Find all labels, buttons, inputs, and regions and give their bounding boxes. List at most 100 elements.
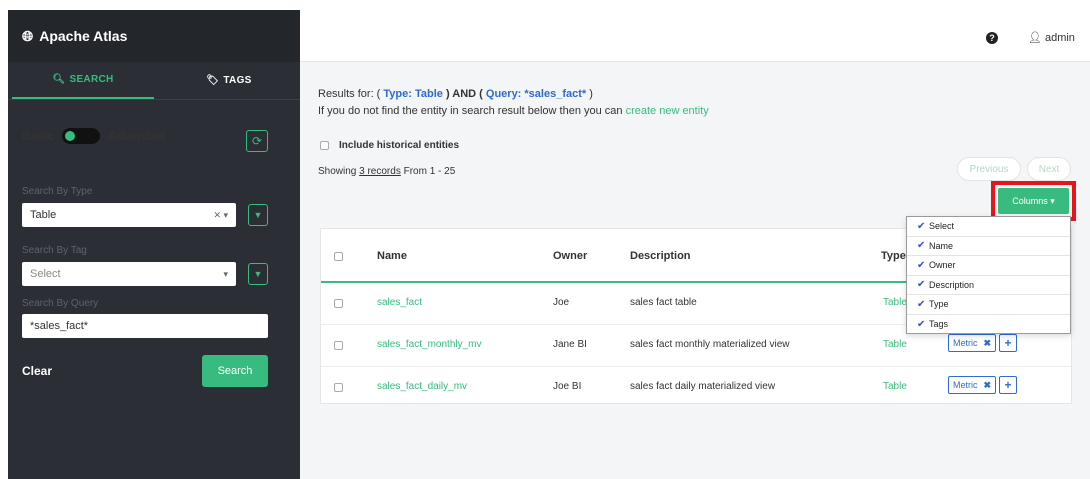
historical-option[interactable]: Include historical entities — [320, 140, 459, 151]
tag-filter-button[interactable]: ▼ — [248, 263, 268, 285]
tag-group: Metric ✖ + — [948, 334, 1018, 352]
tag-select-placeholder: Select — [30, 268, 61, 280]
results-query: Query: *sales_fact* — [485, 88, 587, 100]
records-link[interactable]: 3 records — [359, 166, 401, 177]
table-row: sales_fact_daily_mv Joe BI sales fact da… — [321, 367, 1071, 409]
remove-tag-icon[interactable]: ✖ — [984, 338, 992, 349]
column-option-select[interactable]: ✔ Select — [907, 217, 1070, 237]
results-and: ) AND ( — [442, 88, 486, 100]
column-option-type[interactable]: ✔ Type — [907, 295, 1070, 315]
header-type[interactable]: Type — [881, 250, 906, 262]
row-checkbox[interactable] — [334, 299, 343, 308]
columns-dropdown: ✔ Select ✔ Name ✔ Owner ✔ Description ✔ Type … — [906, 216, 1071, 334]
results-hint: If you do not find the entity in search … — [318, 105, 709, 117]
checkmark-icon: ✔ — [917, 220, 926, 232]
tag-chip[interactable]: Metric ✖ — [948, 376, 997, 394]
help-icon[interactable]: ? — [986, 32, 998, 44]
chevron-down-icon: ▾ — [223, 268, 228, 279]
search-button[interactable]: Search — [202, 355, 268, 387]
clear-link[interactable]: Clear — [22, 364, 52, 378]
entity-type[interactable]: Table — [883, 381, 907, 392]
search-icon: 🔍︎ — [52, 74, 66, 85]
column-option-label: Tags — [929, 319, 949, 330]
column-option-name[interactable]: ✔ Name — [907, 237, 1070, 256]
tab-search-label: SEARCH — [69, 74, 114, 85]
column-option-label: Type — [929, 299, 949, 310]
entity-owner: Jane BI — [553, 339, 587, 350]
hint-text: If you do not find the entity in search … — [318, 105, 626, 117]
top-header: ? 👤︎ admin — [300, 10, 1090, 62]
create-entity-link[interactable]: create new entity — [626, 105, 709, 117]
previous-button[interactable]: Previous — [957, 157, 1021, 181]
entity-name-link[interactable]: sales_fact_monthly_mv — [377, 339, 482, 350]
columns-button[interactable]: Columns ▾ — [998, 188, 1069, 214]
clear-and-caret-icon[interactable]: ✕ ▾ — [213, 210, 228, 221]
entity-description: sales fact monthly materialized view — [630, 339, 790, 350]
tag-label: Metric — [953, 338, 978, 348]
app-title: Apache Atlas — [39, 28, 128, 44]
entity-name-link[interactable]: sales_fact_daily_mv — [377, 381, 467, 392]
column-option-label: Select — [929, 221, 955, 232]
entity-type[interactable]: Table — [883, 297, 907, 308]
entity-description: sales fact daily materialized view — [630, 381, 776, 392]
type-select[interactable]: Table ✕ ▾ — [22, 203, 236, 227]
header-owner[interactable]: Owner — [553, 250, 587, 262]
query-input[interactable] — [22, 314, 268, 338]
filter-icon: ▼ — [253, 269, 263, 279]
entity-owner: Joe — [553, 297, 570, 308]
header-description[interactable]: Description — [630, 250, 691, 262]
historical-checkbox[interactable] — [320, 141, 329, 150]
tag-chip[interactable]: Metric ✖ — [948, 334, 997, 352]
filter-icon: ▼ — [253, 210, 263, 220]
checkmark-icon: ✔ — [917, 279, 926, 291]
remove-tag-icon[interactable]: ✖ — [984, 380, 992, 391]
entity-type[interactable]: Table — [883, 339, 907, 350]
refresh-button[interactable]: ⟳ — [246, 130, 268, 152]
select-all-checkbox[interactable] — [334, 252, 343, 261]
advanced-label: Advanced — [108, 129, 166, 143]
type-select-value: Table — [30, 209, 57, 221]
globe-icon: 🌐︎ — [22, 27, 34, 44]
tag-label: Metric — [953, 380, 978, 390]
records-count: Showing 3 records From 1 - 25 — [318, 166, 455, 177]
checkmark-icon: ✔ — [917, 240, 926, 252]
header-name[interactable]: Name — [377, 250, 407, 262]
historical-label: Include historical entities — [339, 140, 460, 151]
search-mode-toggle: Basic Advanced ⓘ — [22, 123, 274, 149]
column-option-description[interactable]: ✔ Description — [907, 276, 1070, 295]
entity-owner: Joe BI — [553, 381, 582, 392]
column-option-label: Owner — [929, 260, 956, 271]
row-checkbox[interactable] — [334, 341, 343, 350]
search-by-tag-label: Search By Tag — [22, 245, 87, 256]
results-prefix: Results for: ( — [318, 88, 384, 100]
row-checkbox[interactable] — [334, 383, 343, 392]
add-tag-button[interactable]: + — [999, 334, 1018, 352]
checkmark-icon: ✔ — [917, 318, 926, 330]
search-by-type-label: Search By Type — [22, 186, 93, 197]
results-summary: Results for: ( Type: Table ) AND ( Query… — [318, 88, 593, 100]
app-brand[interactable]: 🌐︎ Apache Atlas — [8, 10, 300, 62]
tag-group: Metric ✖ + — [948, 376, 1018, 394]
type-filter-button[interactable]: ▼ — [248, 204, 268, 226]
advanced-help-icon[interactable]: ⓘ — [169, 128, 180, 144]
entity-description: sales fact table — [630, 297, 697, 308]
checkmark-icon: ✔ — [917, 298, 926, 310]
add-tag-button[interactable]: + — [999, 376, 1018, 394]
user-name: admin — [1044, 32, 1075, 44]
column-option-tags[interactable]: ✔ Tags — [907, 315, 1070, 335]
mode-switch[interactable] — [62, 128, 101, 144]
user-menu[interactable]: 👤︎ admin — [1028, 31, 1075, 44]
entity-name-link[interactable]: sales_fact — [377, 297, 422, 308]
showing-suffix: From 1 - 25 — [400, 166, 456, 177]
refresh-icon: ⟳ — [251, 134, 263, 148]
sidebar-tabs: 🔍︎ SEARCH 🏷︎ TAGS — [8, 62, 300, 100]
next-button[interactable]: Next — [1027, 157, 1071, 181]
tab-tags[interactable]: 🏷︎ TAGS — [158, 62, 300, 99]
tab-search[interactable]: 🔍︎ SEARCH — [12, 62, 154, 99]
search-by-query-label: Search By Query — [22, 298, 99, 309]
column-option-owner[interactable]: ✔ Owner — [907, 256, 1070, 276]
column-option-label: Name — [929, 240, 954, 251]
tag-select[interactable]: Select ▾ — [22, 262, 236, 286]
column-option-label: Description — [929, 279, 975, 290]
user-icon: 👤︎ — [1028, 32, 1042, 44]
